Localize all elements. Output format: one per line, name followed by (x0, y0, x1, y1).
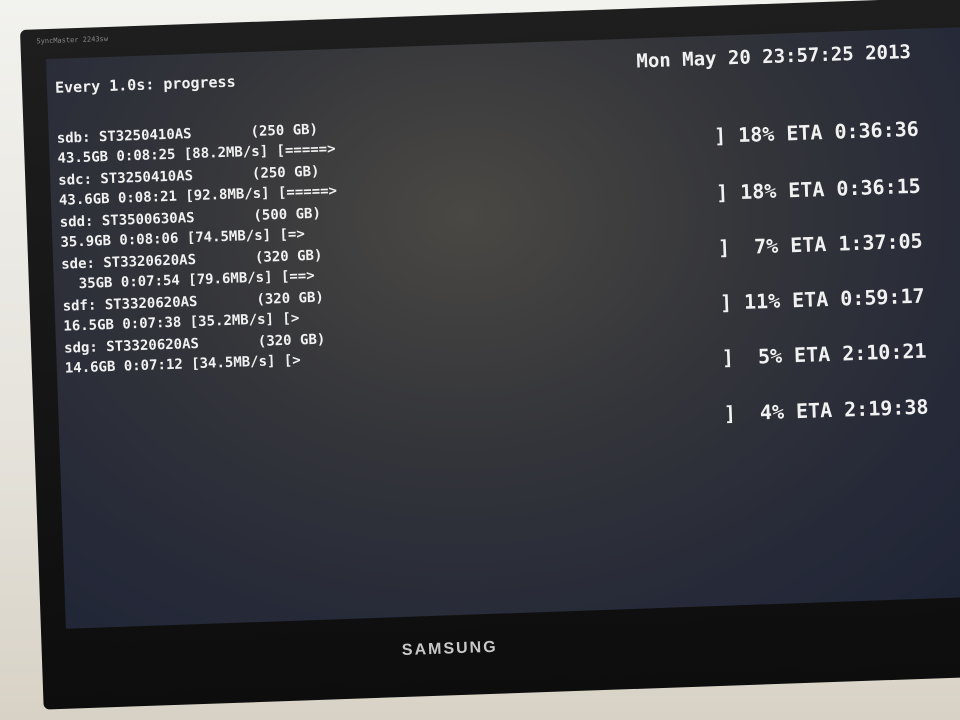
drive-eta: ] 7% ETA 1:37:05 (717, 228, 924, 260)
drive-progress: 14.6GB 0:07:12 [34.5MB/s] [> (64, 352, 301, 377)
terminal-screen: Every 1.0s: progress Mon May 20 23:57:25… (46, 27, 960, 629)
monitor-model-label: SyncMaster 2243sw (36, 34, 109, 46)
drive-eta: ] 4% ETA 2:19:38 (723, 394, 929, 426)
drive-progress: 35.9GB 0:08:06 [74.5MB/s] [=> (60, 226, 306, 251)
drive-eta: ] 18% ETA 0:36:36 (713, 116, 920, 148)
drive-progress: 16.5GB 0:07:38 [35.2MB/s] [> (63, 310, 300, 335)
drive-eta: ] 5% ETA 2:10:21 (721, 338, 927, 370)
monitor-bezel: SyncMaster 2243sw Every 1.0s: progress M… (20, 0, 960, 710)
drive-progress: 35GB 0:07:54 [79.6MB/s] [==> (61, 267, 315, 293)
watch-header: Every 1.0s: progress (54, 72, 236, 97)
drive-eta: ] 18% ETA 0:36:15 (715, 173, 922, 205)
terminal-clock: Mon May 20 23:57:25 2013 (636, 40, 912, 73)
samsung-logo: SAMSUNG (401, 638, 498, 660)
drive-eta: ] 11% ETA 0:59:17 (719, 283, 925, 315)
